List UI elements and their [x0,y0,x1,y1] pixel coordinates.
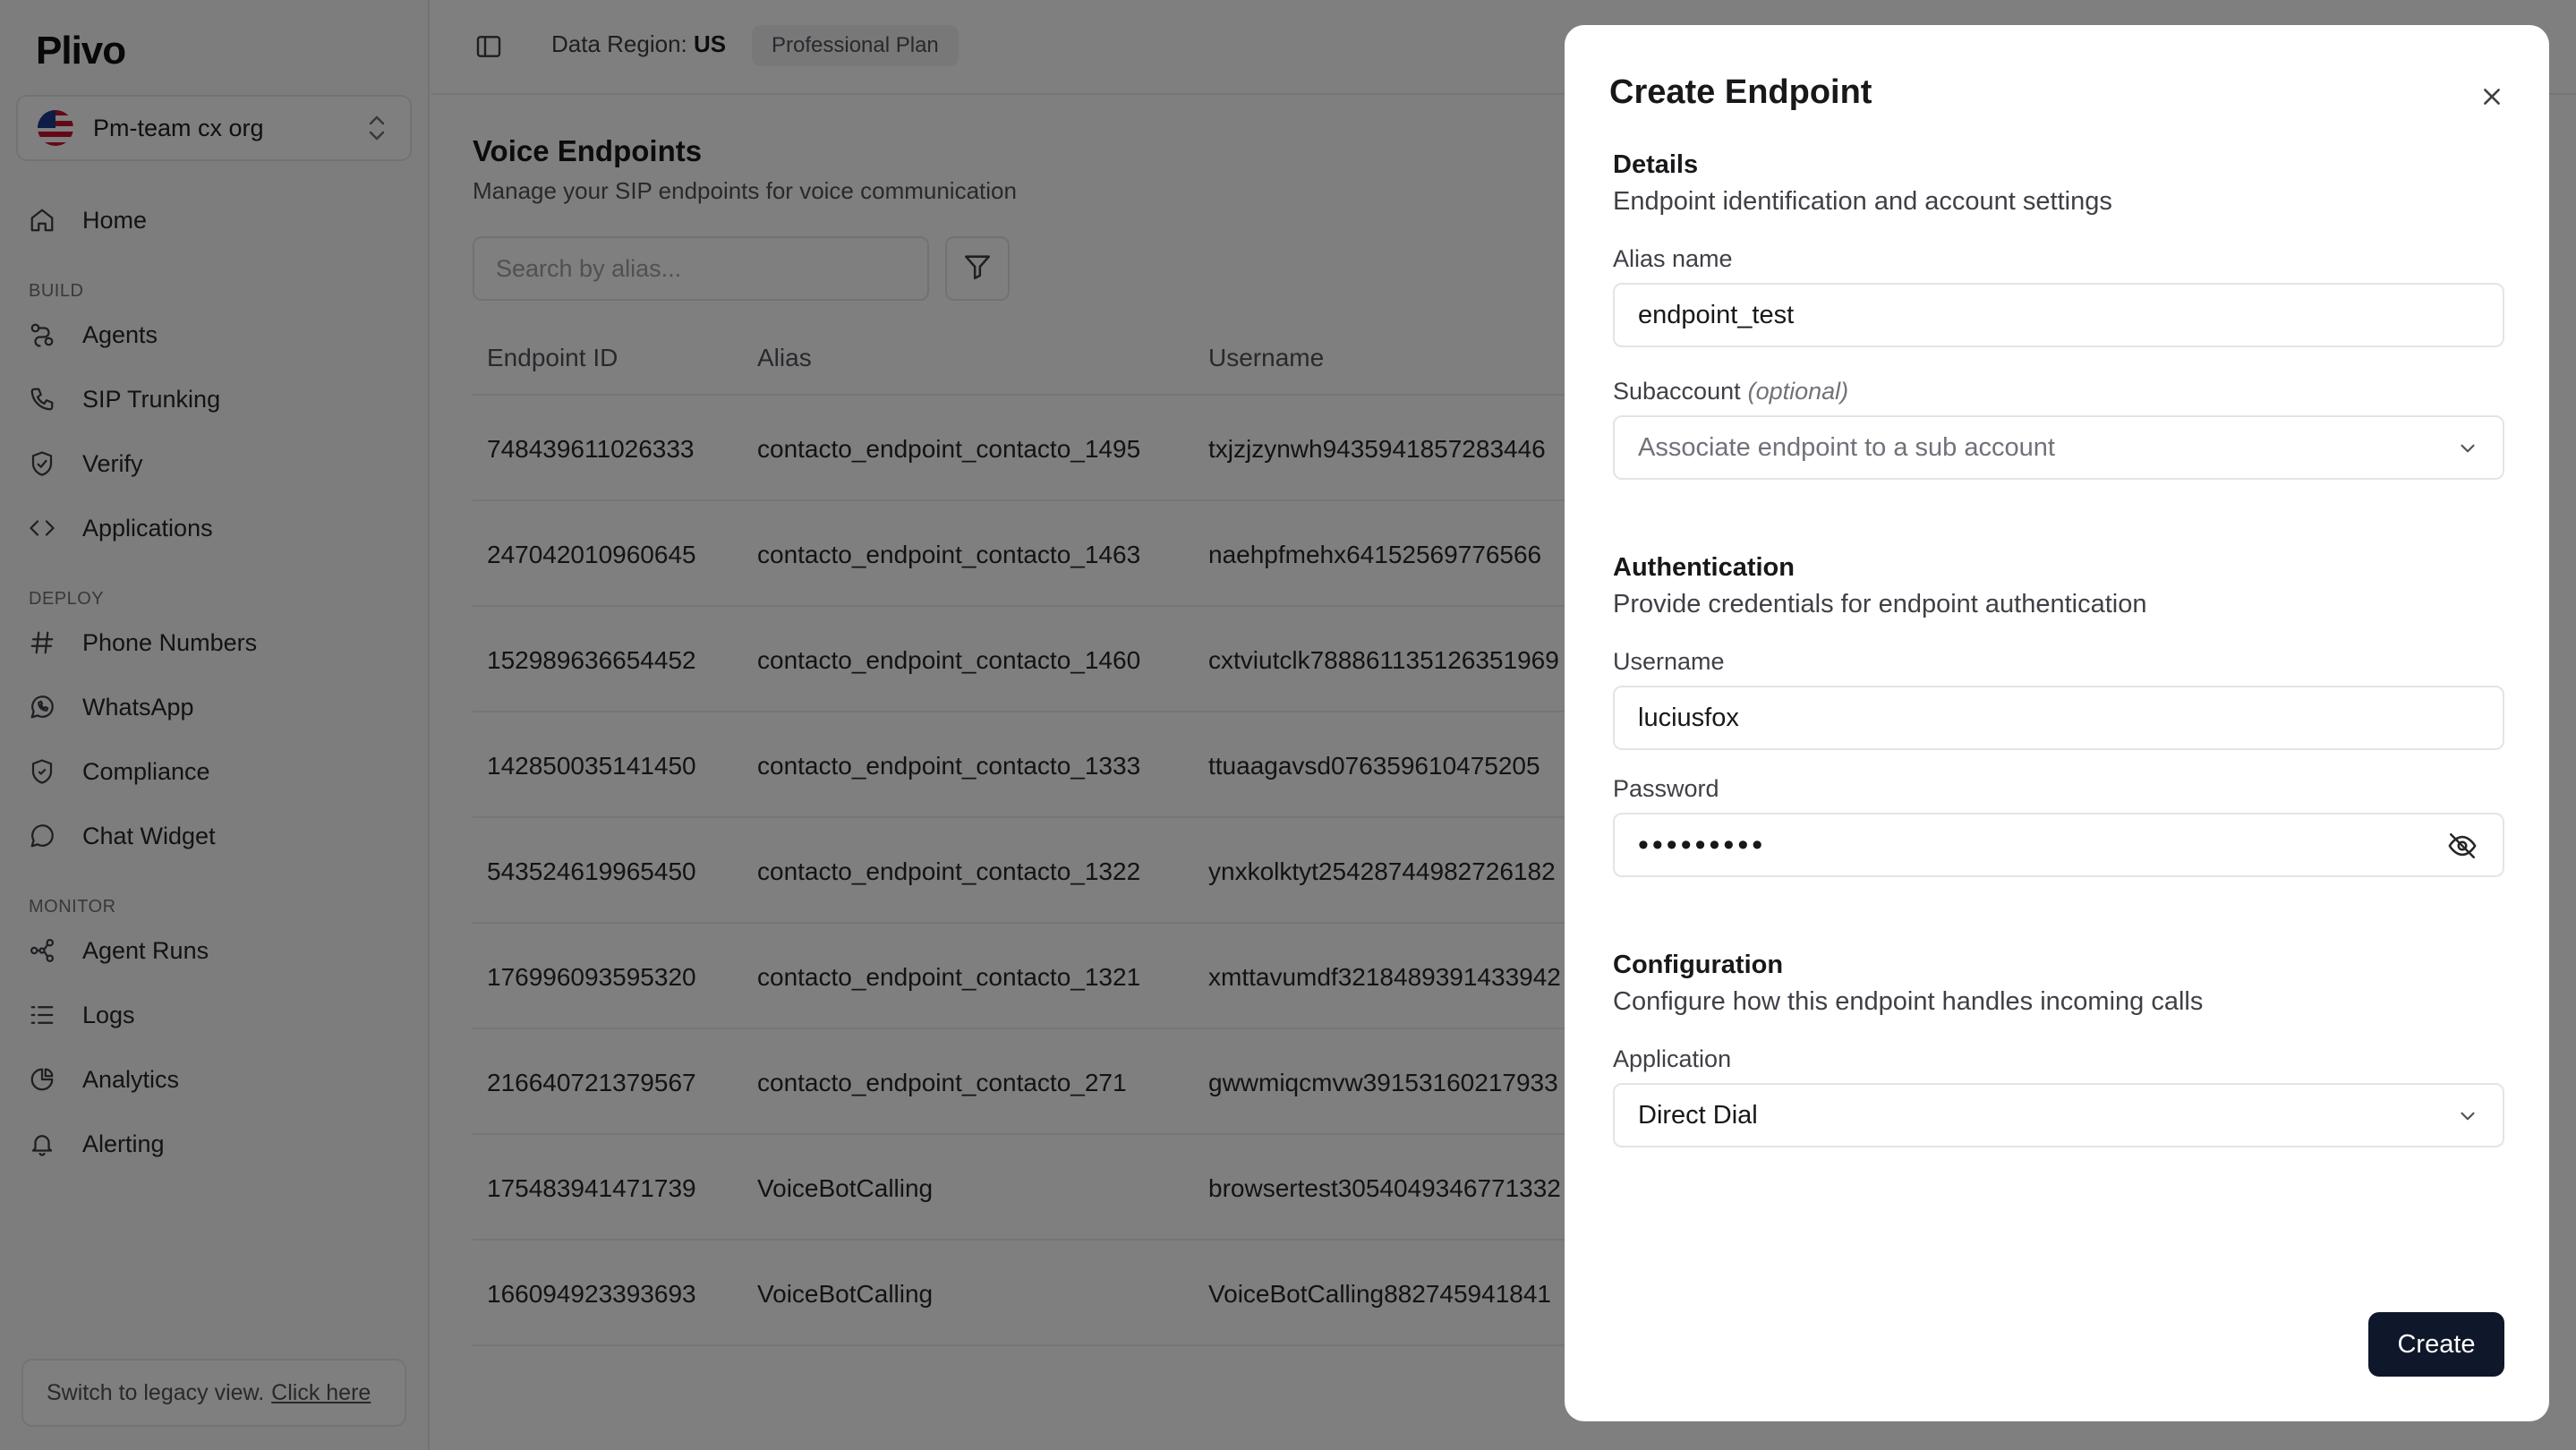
password-label: Password [1613,775,1719,802]
alias-input[interactable]: endpoint_test [1613,283,2504,347]
chevron-down-icon [2456,437,2479,467]
config-heading: Configuration [1613,951,1784,979]
username-input[interactable]: luciusfox [1613,686,2504,750]
application-select[interactable]: Direct Dial [1613,1083,2504,1147]
alias-label: Alias name [1613,245,1733,272]
close-icon [2480,85,2503,113]
username-label: Username [1613,648,1725,675]
close-button[interactable] [2474,81,2510,116]
optional-tag: (optional) [1747,378,1849,405]
config-description: Configure how this endpoint handles inco… [1613,987,2204,1016]
password-value: ••••••••• [1638,827,1767,862]
auth-heading: Authentication [1613,553,1795,582]
subaccount-placeholder: Associate endpoint to a sub account [1638,432,2055,462]
eye-off-icon[interactable] [2447,831,2478,868]
create-button[interactable]: Create [2368,1312,2504,1377]
auth-description: Provide credentials for endpoint authent… [1613,590,2147,618]
modal-title: Create Endpoint [1609,73,1872,111]
alias-value: endpoint_test [1638,300,1795,329]
details-description: Endpoint identification and account sett… [1613,187,2112,216]
details-heading: Details [1613,150,1699,179]
subaccount-select[interactable]: Associate endpoint to a sub account [1613,415,2504,480]
password-input[interactable]: ••••••••• [1613,813,2504,877]
subaccount-label-text: Subaccount [1613,378,1741,405]
chevron-down-icon [2456,1105,2479,1135]
username-value: luciusfox [1638,703,1739,732]
application-value: Direct Dial [1638,1100,1758,1130]
subaccount-label: Subaccount (optional) [1613,378,1848,405]
create-endpoint-modal: Create Endpoint Details Endpoint identif… [1565,25,2549,1421]
application-label: Application [1613,1045,1732,1072]
